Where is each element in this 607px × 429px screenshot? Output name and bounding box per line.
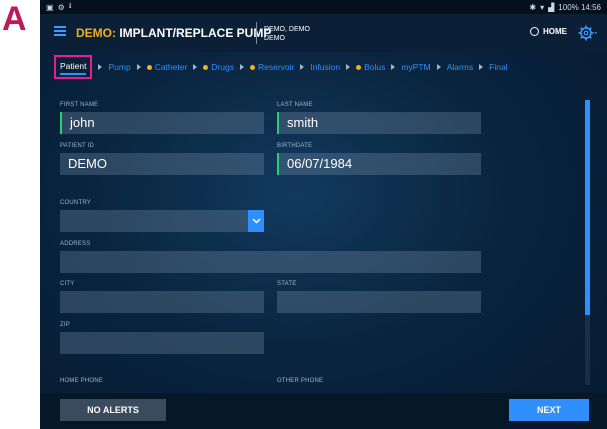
tab-final[interactable]: Final bbox=[489, 62, 507, 72]
tab-drugs[interactable]: Drugs bbox=[203, 62, 234, 72]
signal-icon: ▟ bbox=[548, 2, 555, 12]
wifi-icon: ▾ bbox=[540, 2, 545, 12]
bottom-bar: NO ALERTS NEXT bbox=[40, 393, 607, 429]
tab-arrow-icon bbox=[193, 64, 198, 70]
tab-label: myPTM bbox=[401, 62, 431, 72]
tab-arrow-icon bbox=[239, 64, 244, 70]
address-field[interactable] bbox=[60, 251, 481, 273]
country-dropdown-button[interactable] bbox=[248, 210, 264, 232]
state-field[interactable] bbox=[277, 291, 481, 313]
incomplete-dot-icon bbox=[146, 64, 152, 70]
tab-label: Catheter bbox=[154, 62, 188, 72]
status-icons-right: ✱ ▾ ▟ 100% 14:56 bbox=[529, 3, 601, 12]
zip-label: ZIP bbox=[60, 322, 70, 328]
next-button[interactable]: NEXT bbox=[509, 399, 589, 421]
first-name-label: FIRST NAME bbox=[60, 102, 99, 108]
zip-field[interactable] bbox=[60, 332, 264, 354]
state-label: STATE bbox=[277, 281, 297, 287]
patient-name: DEMO, DEMO bbox=[264, 26, 310, 33]
birthdate-field[interactable]: 06/07/1984 bbox=[277, 153, 481, 175]
page-title: DEMO: IMPLANT/REPLACE PUMP bbox=[76, 26, 271, 40]
menu-icon[interactable] bbox=[54, 26, 66, 36]
title-demo-prefix: DEMO: bbox=[76, 26, 116, 40]
settings-status-icon: ⚙ bbox=[57, 2, 65, 12]
patient-id-field[interactable]: DEMO bbox=[60, 153, 264, 175]
patient-code: DEMO bbox=[264, 35, 285, 42]
tab-label: Reservoir bbox=[257, 62, 295, 72]
scrollbar-thumb[interactable] bbox=[585, 100, 590, 315]
tab-bolus[interactable]: Bolus bbox=[356, 62, 385, 72]
tab-alarms[interactable]: Alarms bbox=[447, 62, 473, 72]
tab-infusion[interactable]: Infusion bbox=[310, 62, 340, 72]
tab-catheter[interactable]: Catheter bbox=[146, 62, 188, 72]
address-label: ADDRESS bbox=[60, 241, 91, 247]
scrollbar[interactable] bbox=[585, 100, 590, 385]
image-icon: ▣ bbox=[46, 2, 54, 12]
home-icon bbox=[530, 27, 539, 36]
tab-label: Pump bbox=[108, 62, 131, 72]
first-name-field[interactable]: john bbox=[60, 112, 264, 134]
last-name-label: LAST NAME bbox=[277, 102, 313, 108]
no-alerts-button[interactable]: NO ALERTS bbox=[60, 399, 166, 421]
last-name-field[interactable]: smith bbox=[277, 112, 481, 134]
incomplete-dot-icon bbox=[249, 64, 255, 70]
country-label: COUNTRY bbox=[60, 200, 91, 206]
tab-arrow-icon bbox=[479, 64, 484, 70]
status-bar: ▣ ⚙ ⭳ ✱ ▾ ▟ 100% 14:56 bbox=[40, 0, 607, 14]
home-button[interactable]: HOME bbox=[530, 27, 567, 36]
patient-id-label: PATIENT ID bbox=[60, 143, 95, 149]
tab-label: Alarms bbox=[446, 62, 474, 72]
tab-label: Final bbox=[489, 62, 508, 72]
other-phone-label: OTHER PHONE bbox=[277, 378, 324, 384]
status-icons-left: ▣ ⚙ ⭳ bbox=[46, 0, 72, 14]
active-tab-underline bbox=[60, 73, 87, 75]
incomplete-dot-icon bbox=[203, 64, 209, 70]
incomplete-dot-icon bbox=[356, 64, 362, 70]
home-phone-label: HOME PHONE bbox=[60, 378, 104, 384]
workflow-tabs: Patient Pump Catheter Drugs Reservoir In… bbox=[40, 52, 607, 82]
download-icon: ⭳ bbox=[68, 1, 72, 10]
battery-time: 100% 14:56 bbox=[558, 2, 601, 12]
chevron-down-icon bbox=[251, 218, 261, 224]
patient-identifier: DEMO, DEMO DEMO bbox=[264, 25, 310, 43]
tab-arrow-icon bbox=[98, 64, 103, 70]
tab-arrow-icon bbox=[300, 64, 305, 70]
city-label: CITY bbox=[60, 281, 75, 287]
tab-patient[interactable]: Patient bbox=[54, 55, 93, 79]
home-label: HOME bbox=[543, 27, 567, 36]
tab-arrow-icon bbox=[136, 64, 141, 70]
figure-label: A bbox=[2, 0, 27, 38]
tab-label: Infusion bbox=[310, 62, 341, 72]
birthdate-label: BIRTHDATE bbox=[277, 143, 313, 149]
tab-label: Bolus bbox=[364, 62, 386, 72]
tablet-screen: ▣ ⚙ ⭳ ✱ ▾ ▟ 100% 14:56 DEMO: IMPLANT/REP… bbox=[40, 0, 607, 429]
tab-arrow-icon bbox=[436, 64, 441, 70]
title-divider bbox=[256, 22, 257, 44]
gear-icon[interactable] bbox=[578, 24, 598, 42]
country-select[interactable] bbox=[60, 210, 248, 232]
tab-arrow-icon bbox=[391, 64, 396, 70]
city-field[interactable] bbox=[60, 291, 264, 313]
title-main: IMPLANT/REPLACE PUMP bbox=[116, 26, 272, 40]
bluetooth-icon: ✱ bbox=[529, 2, 537, 12]
tab-myptm[interactable]: myPTM bbox=[401, 62, 430, 72]
app-bar: DEMO: IMPLANT/REPLACE PUMP DEMO, DEMO DE… bbox=[40, 14, 607, 52]
tab-label: Patient bbox=[60, 61, 87, 71]
tab-arrow-icon bbox=[346, 64, 351, 70]
tab-reservoir[interactable]: Reservoir bbox=[249, 62, 295, 72]
tab-label: Drugs bbox=[211, 62, 234, 72]
tab-pump[interactable]: Pump bbox=[108, 62, 130, 72]
